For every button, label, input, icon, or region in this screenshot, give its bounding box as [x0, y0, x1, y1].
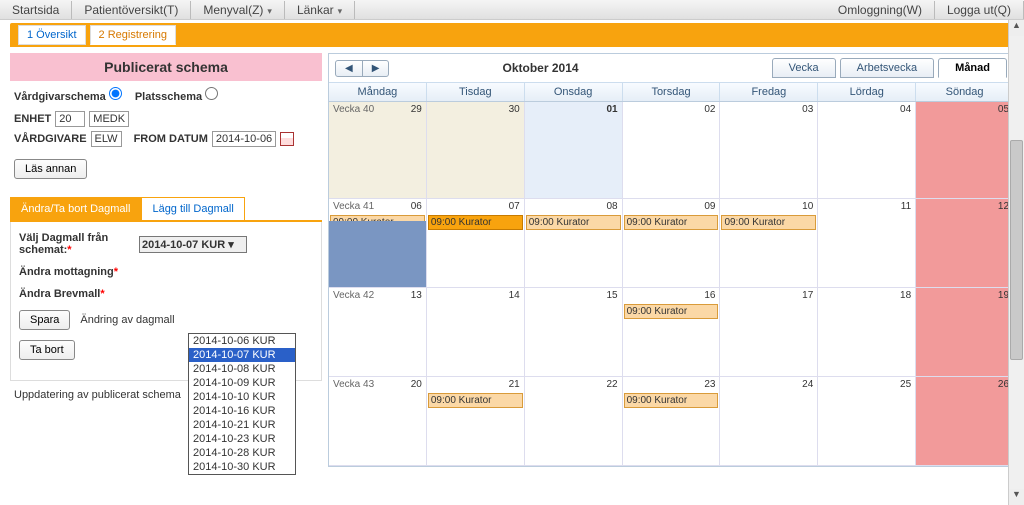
day-header: Söndag	[916, 83, 1013, 101]
day-cell[interactable]: 17	[720, 288, 818, 376]
day-cell[interactable]: 23 09:00 Kurator	[623, 377, 721, 465]
valj-dagmall-label: Välj Dagmall från schemat:	[19, 232, 108, 256]
event[interactable]: 09:00 Kurator	[428, 393, 523, 408]
option[interactable]: 2014-10-08 KUR	[189, 362, 295, 376]
day-cell[interactable]: 21 09:00 Kurator	[427, 377, 525, 465]
day-cell[interactable]: 12	[916, 199, 1013, 287]
day-header: Torsdag	[623, 83, 721, 101]
day-cell[interactable]: Vecka 4213	[329, 288, 427, 376]
tab-andra-ta-bort[interactable]: Ändra/Ta bort Dagmall	[10, 197, 141, 220]
day-cell[interactable]: 01	[525, 102, 623, 198]
calendar: ◀ ▶ Oktober 2014 Vecka Arbetsvecka Månad…	[328, 53, 1014, 467]
option[interactable]: 2014-10-09 KUR	[189, 376, 295, 390]
view-manad[interactable]: Månad	[938, 58, 1007, 78]
scrollbar[interactable]: ▲ ▼	[1008, 20, 1024, 505]
selection-overlay	[329, 221, 426, 287]
calendar-icon[interactable]	[280, 132, 294, 146]
day-cell[interactable]: 16 09:00 Kurator	[623, 288, 721, 376]
event[interactable]: 09:00 Kurator	[624, 215, 719, 230]
menu-patient[interactable]: Patientöversikt(T)	[72, 1, 191, 19]
day-cell[interactable]: 09 09:00 Kurator	[623, 199, 721, 287]
event[interactable]: 09:00 Kurator	[624, 304, 719, 319]
day-header: Onsdag	[525, 83, 623, 101]
ta-bort-button[interactable]: Ta bort	[19, 340, 75, 360]
andra-mottagning-label: Ändra mottagning	[19, 266, 114, 278]
day-header: Måndag	[329, 83, 427, 101]
tab-registrering[interactable]: 2 Registrering	[90, 25, 176, 45]
tab-bar: 1 Översikt 2 Registrering	[10, 23, 1014, 47]
calendar-title: Oktober 2014	[309, 61, 771, 75]
tab-oversikt[interactable]: 1 Översikt	[18, 25, 86, 45]
scroll-thumb[interactable]	[1010, 140, 1023, 360]
menu-startsida[interactable]: Startsida	[0, 1, 72, 19]
scroll-down-icon[interactable]: ▼	[1009, 489, 1024, 505]
panel-title: Publicerat schema	[10, 53, 322, 81]
day-cell[interactable]: 08 09:00 Kurator	[525, 199, 623, 287]
dagmall-dropdown-list[interactable]: 2014-10-06 KUR 2014-10-07 KUR 2014-10-08…	[188, 333, 296, 475]
event-selected[interactable]: 09:00 Kurator	[428, 215, 523, 230]
spara-button[interactable]: Spara	[19, 310, 70, 330]
enhet-code[interactable]: MEDK	[89, 111, 129, 127]
day-cell[interactable]: 19	[916, 288, 1013, 376]
menu-menyval[interactable]: Menyval(Z)	[191, 1, 285, 19]
day-cell[interactable]: 24	[720, 377, 818, 465]
day-cell[interactable]: Vecka 4106 09:00 Kurator	[329, 199, 427, 287]
day-cell[interactable]: 05	[916, 102, 1013, 198]
scroll-up-icon[interactable]: ▲	[1009, 20, 1024, 36]
vardgivare-value[interactable]: ELW	[91, 131, 122, 147]
option[interactable]: 2014-10-10 KUR	[189, 390, 295, 404]
day-header: Fredag	[720, 83, 818, 101]
view-arbetsvecka[interactable]: Arbetsvecka	[840, 58, 935, 78]
day-cell[interactable]: 18	[818, 288, 916, 376]
day-cell[interactable]: 10 09:00 Kurator	[720, 199, 818, 287]
option[interactable]: 2014-10-28 KUR	[189, 446, 295, 460]
andra-brevmall-label: Ändra Brevmall	[19, 288, 100, 300]
option[interactable]: 2014-10-30 KUR	[189, 460, 295, 474]
menu-omloggning[interactable]: Omloggning(W)	[826, 1, 935, 19]
enhet-value[interactable]: 20	[55, 111, 85, 127]
day-cell[interactable]: 03	[720, 102, 818, 198]
radio-platsschema[interactable]: Platsschema	[135, 91, 218, 103]
day-cell[interactable]: Vecka 4029	[329, 102, 427, 198]
option[interactable]: 2014-10-21 KUR	[189, 418, 295, 432]
andring-text: Ändring av dagmall	[80, 314, 174, 326]
day-cell[interactable]: 14	[427, 288, 525, 376]
day-cell[interactable]: 15	[525, 288, 623, 376]
day-cell[interactable]: 25	[818, 377, 916, 465]
option[interactable]: 2014-10-23 KUR	[189, 432, 295, 446]
from-datum-value[interactable]: 2014-10-06	[212, 131, 276, 147]
vardgivare-label: VÅRDGIVARE	[14, 133, 87, 145]
from-datum-label: FROM DATUM	[134, 133, 208, 145]
day-cell[interactable]: 11	[818, 199, 916, 287]
dagmall-select[interactable]: 2014-10-07 KUR ▾	[139, 236, 247, 253]
day-cell[interactable]: 02	[623, 102, 721, 198]
day-cell[interactable]: 04	[818, 102, 916, 198]
option[interactable]: 2014-10-06 KUR	[189, 334, 295, 348]
left-panel: Publicerat schema Vårdgivarschema Platss…	[10, 53, 322, 467]
tab-lagg-till[interactable]: Lägg till Dagmall	[141, 197, 244, 220]
day-header: Tisdag	[427, 83, 525, 101]
day-cell[interactable]: 22	[525, 377, 623, 465]
top-menu: Startsida Patientöversikt(T) Menyval(Z) …	[0, 0, 1024, 20]
enhet-label: ENHET	[14, 113, 51, 125]
event[interactable]: 09:00 Kurator	[624, 393, 719, 408]
day-header: Lördag	[818, 83, 916, 101]
option-selected[interactable]: 2014-10-07 KUR	[189, 348, 295, 362]
event[interactable]: 09:00 Kurator	[526, 215, 621, 230]
menu-lankar[interactable]: Länkar	[285, 1, 355, 19]
day-cell[interactable]: Vecka 4320	[329, 377, 427, 465]
menu-logout[interactable]: Logga ut(Q)	[935, 1, 1024, 19]
day-cell[interactable]: 26	[916, 377, 1013, 465]
event[interactable]: 09:00 Kurator	[721, 215, 816, 230]
day-headers: Måndag Tisdag Onsdag Torsdag Fredag Lörd…	[329, 83, 1013, 102]
day-cell[interactable]: 07 09:00 Kurator	[427, 199, 525, 287]
view-vecka[interactable]: Vecka	[772, 58, 836, 78]
las-annan-button[interactable]: Läs annan	[14, 159, 87, 179]
day-cell[interactable]: 30	[427, 102, 525, 198]
option[interactable]: 2014-10-16 KUR	[189, 404, 295, 418]
radio-vardgivarschema[interactable]: Vårdgivarschema	[14, 91, 122, 103]
